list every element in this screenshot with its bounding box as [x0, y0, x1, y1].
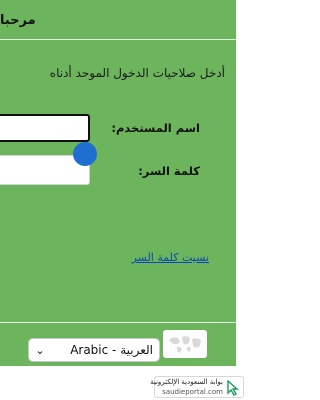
- cursor-arrow-icon: [226, 379, 240, 400]
- page-title: مرحبا: [0, 13, 36, 28]
- watermark-url: saudieportal.com: [162, 388, 223, 396]
- watermark-badge: بوابة السعودية الإلكترونية saudieportal.…: [150, 376, 244, 400]
- login-panel: مرحبا أدخل صلاحيات الدخول الموحد أدناه ا…: [0, 0, 237, 367]
- touch-indicator: [73, 142, 97, 166]
- globe-map-icon: [163, 330, 207, 358]
- username-label: اسم المستخدم:: [111, 121, 200, 135]
- divider: [0, 322, 236, 323]
- watermark-title: بوابة السعودية الإلكترونية: [150, 378, 223, 386]
- login-instructions: أدخل صلاحيات الدخول الموحد أدناه: [49, 66, 225, 80]
- language-select-value: Arabic - العربية: [70, 343, 153, 357]
- forgot-password-link[interactable]: نسيت كلمة السر: [132, 251, 209, 264]
- language-select[interactable]: ⌄ Arabic - العربية: [28, 338, 160, 362]
- chevron-down-icon: ⌄: [35, 343, 45, 357]
- divider: [0, 39, 236, 40]
- password-label: كلمة السر:: [138, 164, 200, 178]
- username-field[interactable]: [0, 114, 90, 142]
